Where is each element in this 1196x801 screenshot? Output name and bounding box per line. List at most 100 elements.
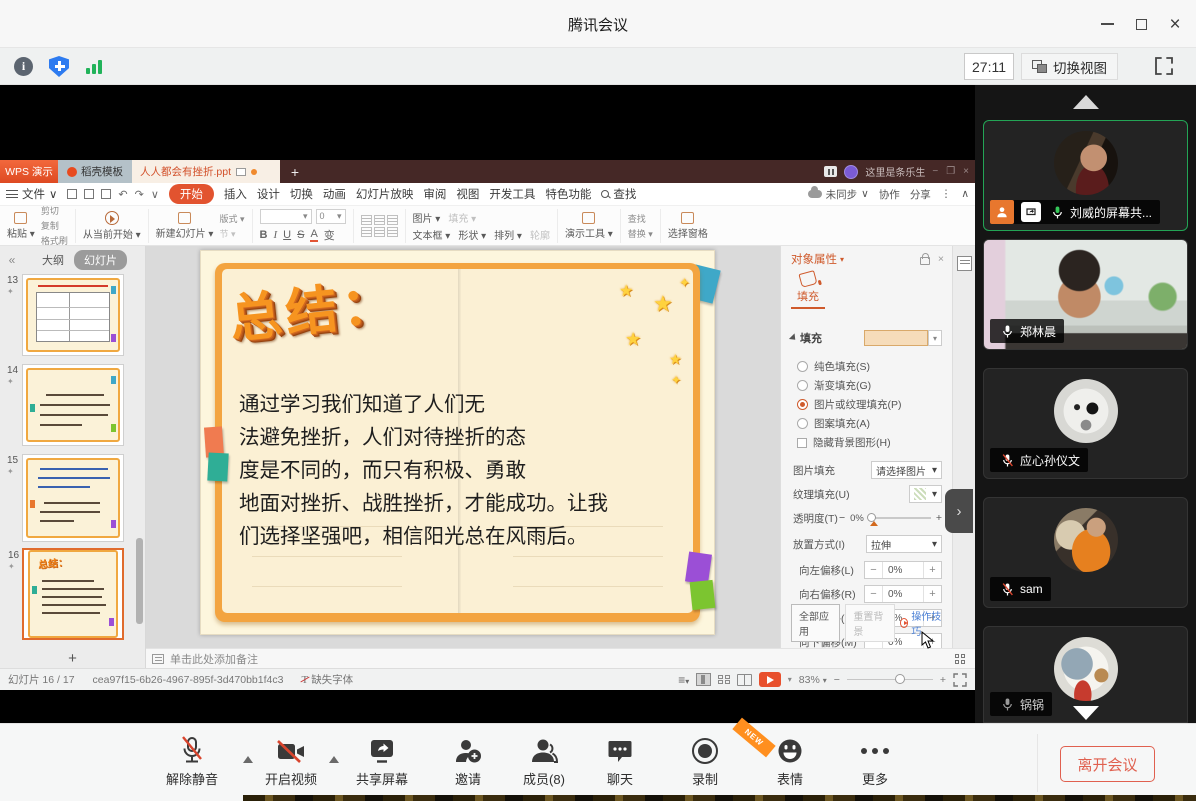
menu-tab-features[interactable]: 特色功能 — [545, 186, 591, 202]
preview-icon[interactable] — [101, 189, 111, 199]
chat-button[interactable]: 聊天 — [582, 734, 658, 788]
expand-panel-chevron[interactable]: › — [945, 489, 973, 533]
participant-tile[interactable]: sam — [983, 497, 1188, 608]
option-solid-fill[interactable]: 纯色填充(S) — [797, 358, 944, 375]
fill-button[interactable]: 填充 ▾ — [448, 210, 476, 225]
collapse-panel-icon[interactable]: « — [0, 253, 24, 267]
view-sorter-icon[interactable] — [718, 675, 730, 685]
textbox-button[interactable]: 文本框 ▾ — [413, 227, 451, 242]
meeting-info-icon[interactable]: i — [14, 57, 33, 76]
view-reading-icon[interactable] — [737, 674, 752, 686]
find-button[interactable]: 查找 — [628, 212, 653, 225]
wps-docer-tab[interactable]: 稻壳模板 — [58, 160, 132, 183]
thumbnail-scrollbar[interactable] — [136, 538, 143, 624]
wps-document-tab[interactable]: 人人都会有挫折.ppt — [132, 160, 280, 183]
layout-button[interactable]: 版式 ▾ — [219, 212, 244, 225]
shapes-button[interactable]: 形状 ▾ — [458, 227, 486, 242]
collaborate-button[interactable]: 协作 — [879, 187, 900, 202]
option-picture-fill[interactable]: 图片或纹理填充(P) — [797, 396, 944, 413]
leave-meeting-button[interactable]: 离开会议 — [1060, 746, 1155, 782]
more-button[interactable]: 更多 — [837, 734, 913, 788]
option-hide-background[interactable]: 隐藏背景图形(H) — [797, 434, 944, 451]
slides-tab[interactable]: 幻灯片 — [74, 250, 127, 270]
view-normal-icon[interactable] — [696, 673, 711, 686]
menu-tab-insert[interactable]: 插入 — [224, 186, 247, 202]
share-button[interactable]: 分享 — [910, 187, 931, 202]
menu-tab-animation[interactable]: 动画 — [323, 186, 346, 202]
fullscreen-button[interactable] — [1154, 56, 1174, 76]
option-gradient-fill[interactable]: 渐变填充(G) — [797, 377, 944, 394]
slide-thumbnail-14[interactable]: 14 ✦ — [22, 364, 124, 446]
fit-slide-icon[interactable] — [953, 673, 967, 687]
replace-button[interactable]: 替换 ▾ — [628, 227, 653, 240]
menu-tab-devtools[interactable]: 开发工具 — [489, 186, 535, 202]
start-video-button[interactable]: 开启视频 — [253, 734, 329, 788]
panel-grid-icon[interactable] — [955, 654, 965, 664]
copy-button[interactable]: 复制 — [41, 219, 68, 232]
members-button[interactable]: 成员(8) — [506, 734, 582, 788]
outline-button[interactable]: 轮廓 — [530, 227, 550, 242]
fill-tab[interactable]: 填充 — [791, 272, 825, 309]
texture-fill-select[interactable]: ▾ — [909, 485, 942, 503]
participant-tile-sharing[interactable]: 刘威的屏幕共... — [983, 120, 1188, 231]
security-shield-icon[interactable] — [49, 56, 69, 77]
invite-button[interactable]: 邀请 — [430, 734, 506, 788]
zoom-in-button[interactable]: + — [940, 674, 946, 686]
offset-left-stepper[interactable]: −0%+ — [864, 561, 942, 579]
section-button[interactable]: 节 ▾ — [219, 227, 244, 240]
close-button[interactable]: × — [1162, 14, 1188, 34]
menu-tab-review[interactable]: 审阅 — [423, 186, 446, 202]
missing-font-indicator[interactable]: T 缺失字体 — [301, 672, 353, 687]
quick-access-toolbar[interactable]: ↶ ↷ ∨ — [67, 188, 159, 201]
picture-fill-select[interactable]: 请选择图片▾ — [871, 461, 942, 479]
properties-toggle-icon[interactable] — [957, 256, 972, 271]
zoom-level[interactable]: 83% ▾ — [799, 674, 827, 686]
option-pattern-fill[interactable]: 图案填充(A) — [797, 415, 944, 432]
menu-tab-view[interactable]: 视图 — [456, 186, 479, 202]
zoom-slider[interactable] — [847, 679, 933, 681]
menu-tab-home[interactable]: 开始 — [169, 184, 214, 204]
redo-icon[interactable]: ↷ — [135, 188, 144, 201]
minimize-button[interactable] — [1094, 14, 1120, 34]
transparency-plus[interactable]: + — [936, 512, 942, 524]
font-color-button[interactable]: A — [310, 228, 317, 242]
wps-app-tab[interactable]: WPS 演示 — [0, 160, 58, 183]
slideshow-play-button[interactable] — [759, 672, 781, 687]
offset-right-stepper[interactable]: −0%+ — [864, 585, 942, 603]
unmute-button[interactable]: 解除静音 — [154, 734, 230, 788]
play-options-caret[interactable]: ▾ — [788, 675, 792, 684]
underline-button[interactable]: U — [283, 229, 291, 241]
scroll-down-arrow[interactable] — [1073, 706, 1099, 720]
paste-button[interactable]: 粘贴 ▾ — [7, 212, 35, 240]
new-tab-button[interactable]: + — [280, 160, 310, 183]
close-panel-icon[interactable]: × — [938, 253, 944, 265]
fill-color-swatch[interactable] — [864, 330, 928, 346]
picture-button[interactable]: 图片 ▾ — [413, 210, 441, 225]
menu-tab-transition[interactable]: 切换 — [290, 186, 313, 202]
selection-pane-button[interactable]: 选择窗格 — [668, 212, 708, 240]
wps-user-avatar[interactable] — [844, 165, 858, 179]
outline-tab[interactable]: 大纲 — [42, 252, 64, 268]
font-size-select[interactable]: 0▾ — [316, 209, 346, 224]
alignment-buttons[interactable] — [361, 215, 398, 237]
play-from-current-button[interactable]: 从当前开始 ▾ — [83, 211, 141, 241]
save-icon[interactable] — [67, 189, 77, 199]
properties-caret-icon[interactable]: ▾ — [840, 255, 844, 264]
apps-grid-icon[interactable] — [824, 166, 837, 177]
present-tools-button[interactable]: 演示工具 ▾ — [565, 212, 613, 240]
slide-thumbnail-16-selected[interactable]: 16 ✦ 总结： — [22, 548, 124, 640]
wps-restore-icon[interactable]: ❐ — [946, 166, 955, 177]
notes-toggle-icon[interactable]: ≡▾ — [678, 673, 689, 687]
new-slide-button[interactable]: 新建幻灯片 ▾ — [156, 212, 214, 240]
sync-status[interactable]: 未同步 ∨ — [808, 187, 869, 202]
italic-button[interactable]: I — [273, 229, 277, 241]
audio-options-caret[interactable] — [243, 756, 253, 763]
bold-button[interactable]: B — [260, 229, 268, 241]
participant-tile[interactable]: 应心孙仪文 — [983, 368, 1188, 479]
current-slide[interactable]: 总结： ★ ★ ✦ ★ ★ ✦ 通过学习我们知道了人们无 法避免挫折，人们对待挫… — [200, 250, 715, 635]
placement-select[interactable]: 拉伸▾ — [866, 535, 942, 553]
video-options-caret[interactable] — [329, 756, 339, 763]
collapse-ribbon-icon[interactable]: ∧ — [961, 188, 969, 200]
arrange-button[interactable]: 排列 ▾ — [494, 227, 522, 242]
customize-caret-icon[interactable]: ∨ — [151, 188, 159, 201]
